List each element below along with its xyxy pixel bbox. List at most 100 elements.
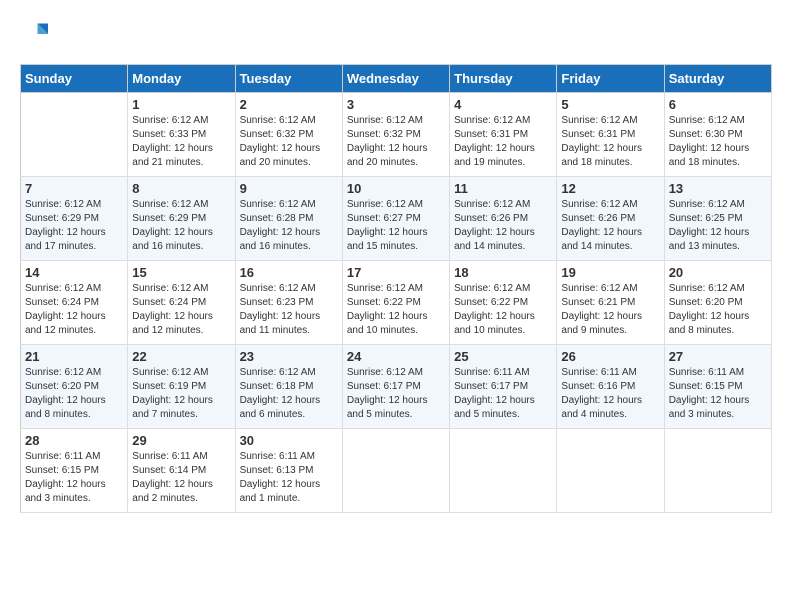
- day-info: Sunrise: 6:12 AM Sunset: 6:30 PM Dayligh…: [669, 114, 767, 170]
- day-info: Sunrise: 6:12 AM Sunset: 6:17 PM Dayligh…: [347, 366, 445, 422]
- calendar-cell: [21, 93, 128, 177]
- day-info: Sunrise: 6:12 AM Sunset: 6:24 PM Dayligh…: [25, 282, 123, 338]
- calendar-cell: 4 Sunrise: 6:12 AM Sunset: 6:31 PM Daylig…: [450, 93, 557, 177]
- day-info: Sunrise: 6:11 AM Sunset: 6:15 PM Dayligh…: [669, 366, 767, 422]
- calendar-cell: 20 Sunrise: 6:12 AM Sunset: 6:20 PM Dayli…: [664, 261, 771, 345]
- day-info: Sunrise: 6:12 AM Sunset: 6:22 PM Dayligh…: [454, 282, 552, 338]
- day-info: Sunrise: 6:12 AM Sunset: 6:29 PM Dayligh…: [25, 198, 123, 254]
- calendar-cell: 25 Sunrise: 6:11 AM Sunset: 6:17 PM Dayli…: [450, 345, 557, 429]
- day-info: Sunrise: 6:12 AM Sunset: 6:33 PM Dayligh…: [132, 114, 230, 170]
- day-number: 9: [240, 181, 338, 196]
- calendar-cell: [342, 429, 449, 513]
- page-header: [20, 20, 772, 48]
- day-info: Sunrise: 6:12 AM Sunset: 6:28 PM Dayligh…: [240, 198, 338, 254]
- day-info: Sunrise: 6:12 AM Sunset: 6:29 PM Dayligh…: [132, 198, 230, 254]
- calendar-cell: 2Sunrise: 6:12 AM Sunset: 6:32 PM Daylig…: [235, 93, 342, 177]
- calendar-week-2: 7 Sunrise: 6:12 AM Sunset: 6:29 PM Daylig…: [21, 177, 772, 261]
- day-info: Sunrise: 6:12 AM Sunset: 6:19 PM Dayligh…: [132, 366, 230, 422]
- day-number: 24: [347, 349, 445, 364]
- day-info: Sunrise: 6:11 AM Sunset: 6:17 PM Dayligh…: [454, 366, 552, 422]
- day-number: 4: [454, 97, 552, 112]
- day-number: 12: [561, 181, 659, 196]
- calendar-cell: 15 Sunrise: 6:12 AM Sunset: 6:24 PM Dayli…: [128, 261, 235, 345]
- day-number: 29: [132, 433, 230, 448]
- day-info: Sunrise: 6:12 AM Sunset: 6:18 PM Dayligh…: [240, 366, 338, 422]
- day-info: Sunrise: 6:11 AM Sunset: 6:13 PM Dayligh…: [240, 450, 338, 506]
- weekday-header-tuesday: Tuesday: [235, 65, 342, 93]
- calendar-cell: 13 Sunrise: 6:12 AM Sunset: 6:25 PM Dayli…: [664, 177, 771, 261]
- day-number: 20: [669, 265, 767, 280]
- day-number: 7: [25, 181, 123, 196]
- calendar-cell: 27Sunrise: 6:11 AM Sunset: 6:15 PM Dayli…: [664, 345, 771, 429]
- day-number: 25: [454, 349, 552, 364]
- logo: [20, 20, 52, 48]
- calendar-cell: 10Sunrise: 6:12 AM Sunset: 6:27 PM Dayli…: [342, 177, 449, 261]
- calendar-cell: 17 Sunrise: 6:12 AM Sunset: 6:22 PM Dayli…: [342, 261, 449, 345]
- day-number: 26: [561, 349, 659, 364]
- calendar-cell: 5Sunrise: 6:12 AM Sunset: 6:31 PM Daylig…: [557, 93, 664, 177]
- calendar-cell: 11 Sunrise: 6:12 AM Sunset: 6:26 PM Dayli…: [450, 177, 557, 261]
- day-number: 13: [669, 181, 767, 196]
- calendar-cell: 9 Sunrise: 6:12 AM Sunset: 6:28 PM Daylig…: [235, 177, 342, 261]
- day-number: 15: [132, 265, 230, 280]
- calendar-cell: 14 Sunrise: 6:12 AM Sunset: 6:24 PM Dayli…: [21, 261, 128, 345]
- weekday-header-saturday: Saturday: [664, 65, 771, 93]
- day-info: Sunrise: 6:12 AM Sunset: 6:31 PM Dayligh…: [454, 114, 552, 170]
- weekday-header-wednesday: Wednesday: [342, 65, 449, 93]
- day-info: Sunrise: 6:12 AM Sunset: 6:23 PM Dayligh…: [240, 282, 338, 338]
- calendar-cell: 24 Sunrise: 6:12 AM Sunset: 6:17 PM Dayli…: [342, 345, 449, 429]
- day-number: 22: [132, 349, 230, 364]
- calendar-cell: 7 Sunrise: 6:12 AM Sunset: 6:29 PM Daylig…: [21, 177, 128, 261]
- day-info: Sunrise: 6:12 AM Sunset: 6:22 PM Dayligh…: [347, 282, 445, 338]
- day-number: 28: [25, 433, 123, 448]
- calendar-cell: 3Sunrise: 6:12 AM Sunset: 6:32 PM Daylig…: [342, 93, 449, 177]
- calendar-cell: [450, 429, 557, 513]
- calendar-cell: [557, 429, 664, 513]
- calendar-cell: 21Sunrise: 6:12 AM Sunset: 6:20 PM Dayli…: [21, 345, 128, 429]
- day-info: Sunrise: 6:12 AM Sunset: 6:25 PM Dayligh…: [669, 198, 767, 254]
- day-info: Sunrise: 6:12 AM Sunset: 6:21 PM Dayligh…: [561, 282, 659, 338]
- weekday-header-monday: Monday: [128, 65, 235, 93]
- calendar-cell: 30 Sunrise: 6:11 AM Sunset: 6:13 PM Dayli…: [235, 429, 342, 513]
- calendar-table: SundayMondayTuesdayWednesdayThursdayFrid…: [20, 64, 772, 513]
- calendar-cell: 12 Sunrise: 6:12 AM Sunset: 6:26 PM Dayli…: [557, 177, 664, 261]
- day-number: 2: [240, 97, 338, 112]
- calendar-week-3: 14 Sunrise: 6:12 AM Sunset: 6:24 PM Dayli…: [21, 261, 772, 345]
- day-number: 14: [25, 265, 123, 280]
- day-info: Sunrise: 6:11 AM Sunset: 6:16 PM Dayligh…: [561, 366, 659, 422]
- day-number: 6: [669, 97, 767, 112]
- calendar-cell: 19 Sunrise: 6:12 AM Sunset: 6:21 PM Dayli…: [557, 261, 664, 345]
- day-info: Sunrise: 6:12 AM Sunset: 6:27 PM Dayligh…: [347, 198, 445, 254]
- calendar-cell: 29Sunrise: 6:11 AM Sunset: 6:14 PM Dayli…: [128, 429, 235, 513]
- day-number: 11: [454, 181, 552, 196]
- calendar-cell: 22 Sunrise: 6:12 AM Sunset: 6:19 PM Dayli…: [128, 345, 235, 429]
- calendar-week-4: 21Sunrise: 6:12 AM Sunset: 6:20 PM Dayli…: [21, 345, 772, 429]
- calendar-cell: 8 Sunrise: 6:12 AM Sunset: 6:29 PM Daylig…: [128, 177, 235, 261]
- calendar-cell: 1 Sunrise: 6:12 AM Sunset: 6:33 PM Daylig…: [128, 93, 235, 177]
- weekday-header-thursday: Thursday: [450, 65, 557, 93]
- day-number: 19: [561, 265, 659, 280]
- day-info: Sunrise: 6:12 AM Sunset: 6:26 PM Dayligh…: [454, 198, 552, 254]
- weekday-header-row: SundayMondayTuesdayWednesdayThursdayFrid…: [21, 65, 772, 93]
- day-number: 1: [132, 97, 230, 112]
- day-info: Sunrise: 6:12 AM Sunset: 6:26 PM Dayligh…: [561, 198, 659, 254]
- day-number: 5: [561, 97, 659, 112]
- day-number: 8: [132, 181, 230, 196]
- day-info: Sunrise: 6:11 AM Sunset: 6:15 PM Dayligh…: [25, 450, 123, 506]
- calendar-cell: 23Sunrise: 6:12 AM Sunset: 6:18 PM Dayli…: [235, 345, 342, 429]
- day-number: 30: [240, 433, 338, 448]
- day-info: Sunrise: 6:12 AM Sunset: 6:32 PM Dayligh…: [347, 114, 445, 170]
- calendar-cell: 26 Sunrise: 6:11 AM Sunset: 6:16 PM Dayli…: [557, 345, 664, 429]
- day-number: 18: [454, 265, 552, 280]
- day-number: 17: [347, 265, 445, 280]
- day-number: 21: [25, 349, 123, 364]
- weekday-header-friday: Friday: [557, 65, 664, 93]
- weekday-header-sunday: Sunday: [21, 65, 128, 93]
- calendar-cell: 16 Sunrise: 6:12 AM Sunset: 6:23 PM Dayli…: [235, 261, 342, 345]
- day-info: Sunrise: 6:12 AM Sunset: 6:24 PM Dayligh…: [132, 282, 230, 338]
- calendar-cell: 28 Sunrise: 6:11 AM Sunset: 6:15 PM Dayli…: [21, 429, 128, 513]
- day-info: Sunrise: 6:12 AM Sunset: 6:20 PM Dayligh…: [669, 282, 767, 338]
- calendar-week-5: 28 Sunrise: 6:11 AM Sunset: 6:15 PM Dayli…: [21, 429, 772, 513]
- day-number: 16: [240, 265, 338, 280]
- calendar-cell: 6 Sunrise: 6:12 AM Sunset: 6:30 PM Daylig…: [664, 93, 771, 177]
